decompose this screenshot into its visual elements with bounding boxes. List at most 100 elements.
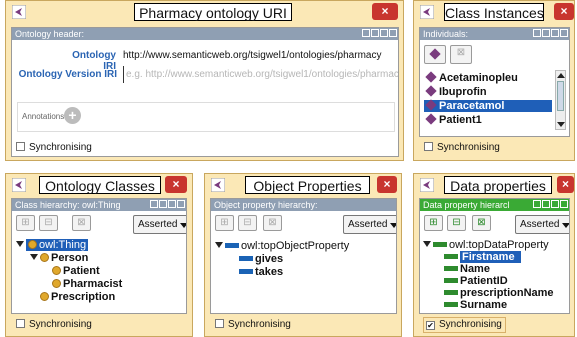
tree-node-top-object-property[interactable]: owl:topObjectProperty: [215, 240, 349, 252]
panel-header-label: Individuals:: [423, 29, 469, 39]
expand-icon[interactable]: [423, 241, 431, 247]
list-item-label: Patient1: [439, 114, 482, 126]
panel-header: Data property hierarcl: [420, 199, 569, 211]
synchronising-checkbox[interactable]: Synchronising: [16, 142, 92, 154]
individuals-panel: Individuals: ⊠ Acetaminopleu Ibuprofin P…: [419, 27, 570, 137]
tree-node-prescriptionname[interactable]: prescriptionName: [444, 287, 554, 299]
synchronising-checkbox[interactable]: Synchronising: [215, 319, 291, 331]
object-property-icon: [239, 269, 253, 274]
close-button[interactable]: ×: [557, 176, 574, 193]
panel-header: Object property hierarchy:: [211, 199, 396, 211]
protege-logo-icon: [12, 178, 26, 192]
add-annotation-button[interactable]: +: [64, 107, 81, 124]
asserted-dropdown[interactable]: Asserted: [343, 215, 396, 234]
close-button[interactable]: ×: [377, 176, 397, 193]
scroll-up-icon[interactable]: [557, 73, 565, 78]
delete-property-button[interactable]: ⊠: [263, 215, 282, 231]
data-property-icon: [444, 302, 458, 307]
object-property-icon: [225, 243, 239, 248]
tree-node-name[interactable]: Name: [444, 263, 490, 275]
close-button[interactable]: ×: [372, 3, 398, 20]
add-sub-data-property-button[interactable]: ⊞: [424, 215, 443, 231]
individual-icon: [425, 85, 437, 97]
individual-icon: [425, 71, 437, 83]
tree-node-pharmacist[interactable]: Pharmacist: [52, 278, 122, 290]
panel-header-label: Data property hierarcl: [423, 200, 510, 210]
class-icon: [52, 279, 61, 288]
class-hierarchy-panel: Class hierarchy: owl:Thing ⊞ ⊟ ⊠ Asserte…: [11, 198, 187, 314]
ontology-version-iri-label: Ontology Version IRI: [18, 69, 117, 80]
individuals-list[interactable]: Acetaminopleu Ibuprofin Paracetamol Pati…: [424, 70, 552, 132]
tree-node-takes[interactable]: takes: [239, 266, 283, 278]
ontology-iri-field[interactable]: http://www.semanticweb.org/tsigwel1/onto…: [123, 47, 398, 64]
ontology-version-iri-input[interactable]: e.g. http://www.semanticweb.org/tsigwel1…: [123, 66, 398, 83]
tree-node-label: gives: [255, 253, 284, 265]
scroll-thumb[interactable]: [557, 81, 564, 111]
asserted-dropdown[interactable]: Asserted: [133, 215, 186, 234]
tree-node-patientid[interactable]: PatientID: [444, 275, 508, 287]
panel-header-label: Ontology header:: [15, 29, 85, 39]
tree-node-owl-thing[interactable]: owl:Thing: [16, 239, 89, 251]
list-item[interactable]: Patient1: [424, 113, 552, 126]
tree-node-gives[interactable]: gives: [239, 253, 283, 265]
data-properties-window: Data properties × Data property hierarcl…: [413, 173, 575, 337]
checkbox-box[interactable]: [16, 142, 25, 151]
annotations-section: Annotations +: [17, 102, 395, 132]
protege-logo-icon: [420, 5, 434, 19]
expand-icon[interactable]: [215, 242, 223, 248]
tree-node-patient[interactable]: Patient: [52, 265, 100, 277]
tree-node-prescription[interactable]: Prescription: [40, 291, 115, 303]
synchronising-checkbox[interactable]: Synchronising: [16, 319, 92, 331]
tree-node-label: Name: [460, 263, 490, 275]
asserted-dropdown[interactable]: Asserted: [515, 215, 569, 234]
tree-node-surname[interactable]: Surname: [444, 299, 507, 311]
tree-node-firstname[interactable]: Firstname: [444, 251, 521, 263]
list-item-label: Acetaminopleu: [439, 72, 518, 84]
checkbox-box[interactable]: [215, 319, 224, 328]
class-icon: [52, 266, 61, 275]
checkbox-box[interactable]: [424, 142, 433, 151]
delete-individual-button[interactable]: ⊠: [450, 45, 472, 64]
window-title: Pharmacy ontology URI: [134, 3, 292, 21]
panel-header-buttons[interactable]: [533, 200, 568, 210]
list-item[interactable]: Ibuprofin: [424, 85, 552, 98]
add-subclass-button[interactable]: ⊞: [16, 215, 35, 231]
delete-data-property-button[interactable]: ⊠: [472, 215, 491, 231]
data-property-icon: [444, 254, 458, 259]
add-sibling-class-button[interactable]: ⊟: [39, 215, 58, 231]
delete-class-button[interactable]: ⊠: [72, 215, 91, 231]
vertical-scrollbar[interactable]: [555, 70, 566, 130]
synchronising-checkbox[interactable]: Synchronising: [424, 142, 500, 154]
data-property-icon: [433, 242, 447, 247]
panel-header-buttons[interactable]: [533, 29, 568, 39]
list-item-label: Ibuprofin: [439, 86, 487, 98]
tree-node-label: owl:topDataProperty: [449, 239, 549, 251]
tree-node-person[interactable]: Person: [30, 252, 88, 264]
checkbox-box[interactable]: [16, 319, 25, 328]
tree-node-selected-label: Firstname: [460, 251, 521, 263]
list-item-selected[interactable]: Paracetamol: [424, 99, 552, 112]
add-sub-property-button[interactable]: ⊞: [215, 215, 234, 231]
class-instances-window: Class Instances × Individuals: ⊠ Acetami…: [413, 0, 575, 161]
tree-node-top-data-property[interactable]: owl:topDataProperty: [423, 239, 549, 251]
tree-node-label: owl:topObjectProperty: [241, 240, 350, 252]
synchronising-checkbox[interactable]: ✔ Synchronising: [423, 317, 506, 333]
list-item[interactable]: Acetaminopleu: [424, 71, 552, 84]
expand-icon[interactable]: [30, 254, 38, 260]
close-button[interactable]: ×: [165, 176, 187, 193]
add-sibling-data-property-button[interactable]: ⊟: [447, 215, 466, 231]
add-individual-button[interactable]: [424, 45, 446, 64]
tree-node-label: Prescription: [51, 291, 116, 303]
close-button[interactable]: ×: [554, 3, 574, 20]
add-sibling-property-button[interactable]: ⊟: [238, 215, 257, 231]
tree-node-selected: owl:Thing: [26, 239, 89, 251]
expand-icon[interactable]: [16, 241, 24, 247]
scroll-down-icon[interactable]: [557, 122, 565, 127]
window-title: Data properties: [444, 176, 552, 194]
panel-header-buttons[interactable]: [150, 200, 185, 210]
checkbox-checked[interactable]: ✔: [426, 321, 435, 330]
object-property-icon: [239, 256, 253, 261]
data-property-icon: [444, 266, 458, 271]
panel-header-buttons[interactable]: [362, 29, 397, 39]
ontology-header-window: Pharmacy ontology URI × Ontology header:…: [5, 0, 404, 161]
